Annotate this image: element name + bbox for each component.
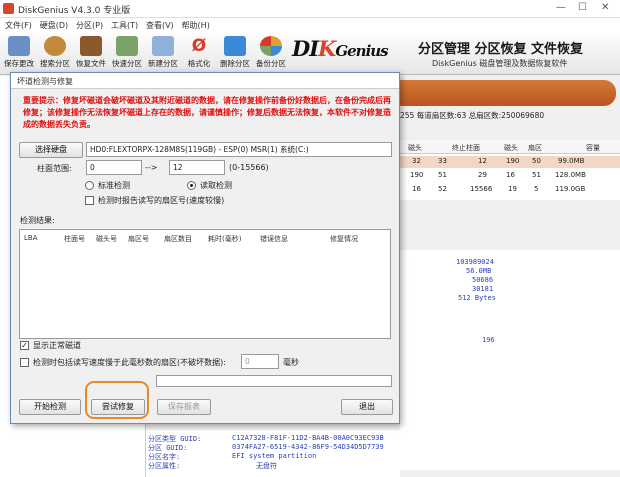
brand-subslogan: DiskGenius 磁盘管理及数据恢复软件 (432, 59, 568, 68)
save-changes-button[interactable]: 保存更改 (2, 36, 36, 69)
delete-partition-button[interactable]: 删除分区 (218, 36, 252, 69)
cylinder-to-input[interactable]: 12 (169, 160, 225, 175)
quick-partition-button[interactable]: 快速分区 (110, 36, 144, 69)
search-partition-button[interactable]: 搜索分区 (38, 36, 72, 69)
select-disk-button[interactable]: 选择硬盘 (19, 142, 83, 158)
cylinder-range-label: 柱面范围: (37, 164, 72, 173)
menu-file[interactable]: 文件(F) (5, 18, 32, 33)
menu-partition[interactable]: 分区(P) (76, 18, 103, 33)
quick-partition-icon (116, 36, 138, 56)
save-report-button[interactable]: 保存报表 (157, 399, 211, 415)
partition-table-header: 磁头 终止柱面 磁头 扇区 容量 (400, 140, 620, 154)
dialog-title-bar: 坏道检测与修复 (11, 73, 399, 89)
recover-icon (80, 36, 102, 56)
window-title: DiskGenius V4.3.0 专业版 (18, 6, 131, 16)
menu-view[interactable]: 查看(V) (146, 18, 174, 33)
partition-row[interactable]: 190 51 29 16 51 128.0MB (400, 170, 620, 182)
repair-warning: 重要提示：修复坏磁道会破坏磁道及其附近磁道的数据，请在修复操作前备份好数据后，在… (23, 96, 391, 129)
start-check-button[interactable]: 开始检测 (19, 399, 81, 415)
brand-slogan: 分区管理 分区恢复 文件恢复 (418, 42, 584, 57)
menu-help[interactable]: 帮助(H) (182, 18, 210, 33)
minimize-icon[interactable]: — (556, 2, 566, 13)
search-icon (44, 36, 66, 56)
partition-row[interactable]: 32 33 12 190 50 99.0MB (400, 156, 620, 168)
cylinder-range-hint: (0-15566) (229, 163, 269, 172)
menu-tools[interactable]: 工具(T) (111, 18, 138, 33)
bad-sector-dialog: 坏道检测与修复 重要提示：修复坏磁道会破坏磁道及其附近磁道的数据，请在修复操作前… (10, 72, 400, 424)
recover-files-button[interactable]: 恢复文件 (74, 36, 108, 69)
partition-guid-info: 分区类型 GUID: C12A7328-F81F-11D2-BA4B-00A0C9… (146, 430, 400, 477)
cylinder-from-input[interactable]: 0 (86, 160, 142, 175)
maximize-icon[interactable]: ☐ (578, 2, 587, 13)
menu-bar: 文件(F) 硬盘(D) 分区(P) 工具(T) 查看(V) 帮助(H) (0, 18, 620, 33)
show-normal-checkbox[interactable]: ✓ (20, 341, 29, 350)
scan-progress-bar (156, 375, 392, 387)
disk-geometry-info: 255 每道扇区数:63 总扇区数:250069680 (400, 111, 545, 120)
standard-check-radio[interactable] (85, 181, 94, 190)
slow-ms-input[interactable]: 0 (241, 354, 279, 369)
exit-button[interactable]: 退出 (341, 399, 393, 415)
disk-selection-field: HD0:FLEXTORPX-128M8S(119GB) - ESP(0) MSR… (86, 142, 392, 157)
format-button[interactable]: Ø 格式化 (182, 36, 216, 69)
menu-disk[interactable]: 硬盘(D) (40, 18, 68, 33)
partition-table: 磁头 终止柱面 磁头 扇区 容量 32 33 12 190 50 99.0MB 190 51… (400, 140, 620, 200)
new-partition-button[interactable]: 新建分区 (146, 36, 180, 69)
title-bar: DiskGenius V4.3.0 专业版 — ☐ ✕ (0, 0, 620, 18)
disk-partition-bar[interactable] (396, 80, 616, 106)
new-partition-icon (152, 36, 174, 56)
app-icon (3, 3, 14, 14)
partition-row[interactable]: 16 52 15566 19 5 119.0GB (400, 184, 620, 196)
report-sectors-checkbox[interactable] (85, 196, 94, 205)
backup-icon (260, 36, 282, 56)
partition-details-panel: 103989024 56.0MB 50686 30181 512 Bytes 1… (400, 250, 620, 470)
close-icon[interactable]: ✕ (601, 2, 609, 13)
range-arrow: --> (145, 163, 158, 172)
delete-icon (224, 36, 246, 56)
highlight-circle (85, 381, 149, 419)
save-icon (8, 36, 30, 56)
slow-sector-checkbox[interactable] (20, 358, 29, 367)
read-check-radio[interactable] (187, 181, 196, 190)
diskgenius-logo: DIKGenius (292, 36, 389, 61)
results-list[interactable]: LBA 柱面号 磁头号 扇区号 扇区数目 耗时(毫秒) 错误信息 修复情况 (19, 229, 391, 339)
results-label: 检测结果: (20, 216, 55, 225)
backup-partition-button[interactable]: 备份分区 (254, 36, 288, 69)
format-icon: Ø (191, 36, 207, 56)
